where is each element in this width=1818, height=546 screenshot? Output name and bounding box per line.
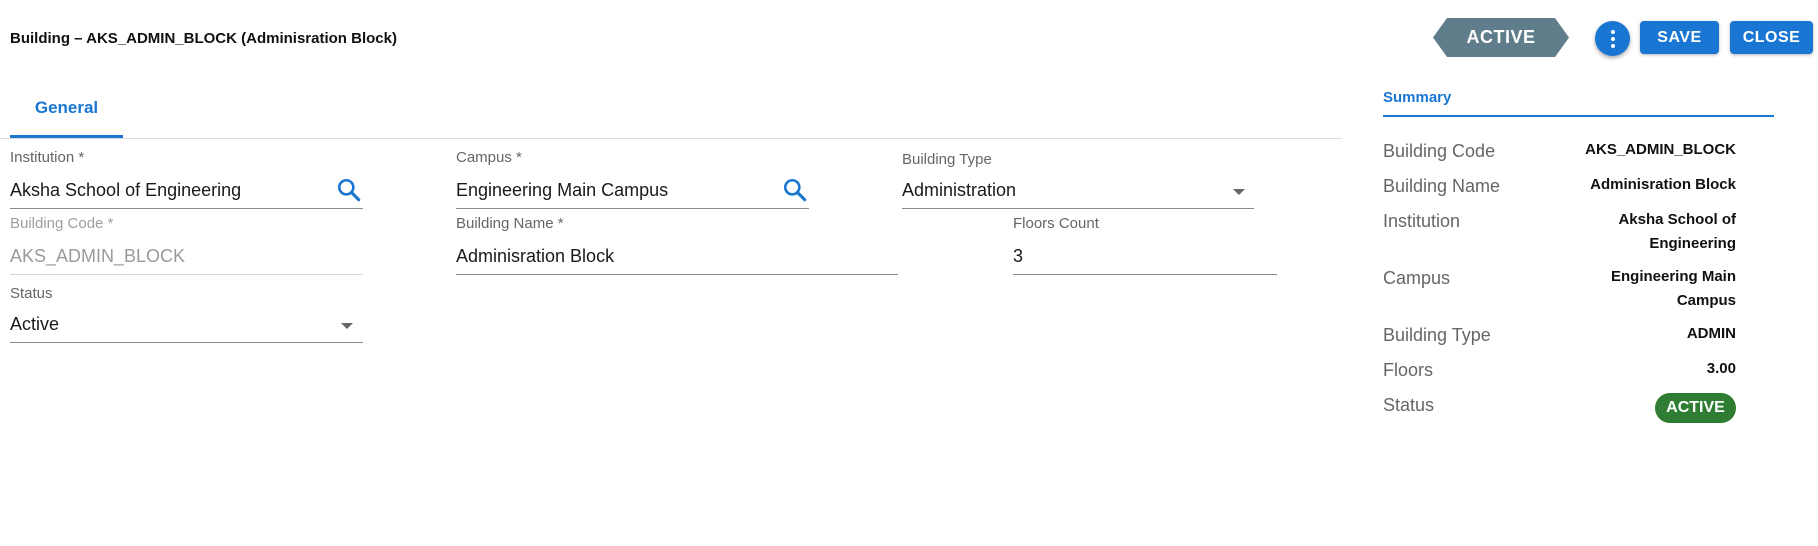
close-button[interactable]: CLOSE — [1730, 21, 1813, 54]
campus-label: Campus * — [456, 149, 522, 166]
summary-label: Status — [1383, 395, 1435, 415]
floors-count-field[interactable]: Floors Count 3 — [1013, 215, 1277, 277]
status-badge: ACTIVE — [1655, 393, 1736, 423]
institution-value: Aksha School of Engineering — [10, 180, 242, 200]
building-name-underline — [456, 274, 898, 275]
summary-label: Building Type — [1383, 325, 1491, 345]
summary-label: Campus — [1383, 268, 1451, 288]
tabs-divider — [0, 138, 1342, 139]
summary-divider — [1383, 115, 1774, 117]
summary-value: Aksha School of Engineering — [1618, 211, 1736, 252]
floors-count-underline — [1013, 274, 1277, 275]
summary-value: Engineering Main Campus — [1610, 268, 1736, 309]
building-type-select[interactable]: Building Type Administration — [902, 151, 1254, 211]
summary-label: Building Name — [1383, 176, 1501, 196]
status-underline — [10, 342, 363, 343]
summary-value: Adminisration Block — [1590, 176, 1736, 193]
summary-label: Institution — [1383, 211, 1461, 231]
summary-label: Building Code — [1383, 141, 1496, 161]
status-label: Status — [10, 285, 53, 302]
page-title: Building – AKS_ADMIN_BLOCK (Adminisratio… — [10, 30, 397, 47]
building-code-value: AKS_ADMIN_BLOCK — [10, 246, 186, 266]
status-flag-label: ACTIVE — [1466, 27, 1536, 47]
floors-count-label: Floors Count — [1013, 215, 1099, 232]
building-type-label: Building Type — [902, 151, 992, 168]
building-name-field[interactable]: Building Name * Adminisration Block — [456, 215, 898, 277]
summary-value: 3.00 — [1706, 360, 1736, 377]
tab-general[interactable]: General — [10, 83, 123, 138]
campus-value: Engineering Main Campus — [456, 180, 669, 200]
summary-value: AKS_ADMIN_BLOCK — [1585, 141, 1736, 158]
summary-value: ADMIN — [1686, 325, 1736, 342]
chevron-down-icon[interactable] — [1233, 189, 1245, 195]
building-name-label: Building Name * — [456, 215, 564, 232]
search-icon[interactable] — [782, 177, 808, 203]
institution-field[interactable]: Institution * Aksha School of Engineerin… — [10, 149, 363, 211]
institution-label: Institution * — [10, 149, 85, 166]
more-options-button[interactable] — [1595, 21, 1630, 56]
summary-title: Summary — [1383, 89, 1452, 106]
building-code-field: Building Code * AKS_ADMIN_BLOCK — [10, 215, 363, 277]
status-select[interactable]: Status Active — [10, 285, 363, 345]
save-button[interactable]: SAVE — [1640, 21, 1719, 54]
building-type-underline — [902, 208, 1254, 209]
building-code-underline — [10, 274, 363, 275]
search-icon[interactable] — [336, 177, 362, 203]
building-type-value: Administration — [902, 180, 1017, 200]
floors-count-value: 3 — [1013, 246, 1024, 266]
summary-label: Floors — [1383, 360, 1434, 380]
institution-underline — [10, 208, 363, 209]
building-code-label: Building Code * — [10, 215, 114, 232]
building-name-value: Adminisration Block — [456, 246, 615, 266]
campus-field[interactable]: Campus * Engineering Main Campus — [456, 149, 809, 211]
status-value: Active — [10, 314, 60, 334]
chevron-down-icon[interactable] — [341, 323, 353, 329]
status-flag: ACTIVE — [1433, 18, 1569, 57]
campus-underline — [456, 208, 809, 209]
